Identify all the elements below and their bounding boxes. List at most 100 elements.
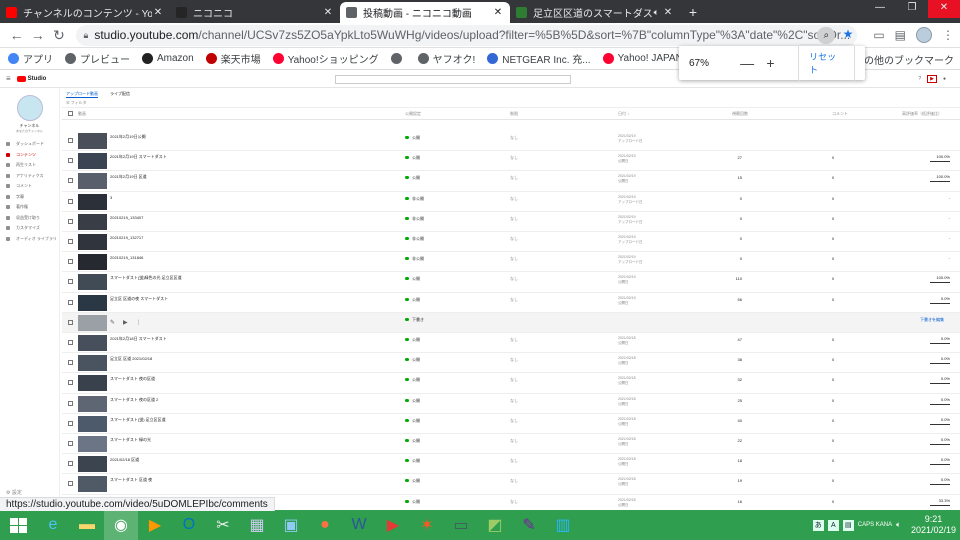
table-row[interactable]: スマートダスト(蛍) 足立区区道 公開 なし 2021/02/18 公開日 40 0 0.0% <box>62 414 960 434</box>
zoom-in-button[interactable]: + <box>761 55 780 71</box>
outlook-icon[interactable]: O <box>172 510 206 540</box>
table-row[interactable]: 足立区 区道 2021/02/18 公開 なし 2021/02/18 公開日 38 0 0.0… <box>62 353 960 374</box>
zoom-out-button[interactable]: — <box>737 55 756 71</box>
sidebar-item[interactable]: コンテンツ <box>0 150 59 161</box>
sidebar-item[interactable]: 字幕 <box>0 192 59 203</box>
column-header[interactable]: 制限 <box>510 111 518 117</box>
bookmark-item[interactable]: アプリ <box>8 51 53 66</box>
bookmark-item[interactable]: Amazon <box>142 53 194 64</box>
speaker-icon[interactable]: 🔈︎ <box>654 7 659 18</box>
video-thumbnail[interactable] <box>78 456 107 473</box>
video-title[interactable]: 3 <box>110 195 112 200</box>
zoom-reset-button[interactable]: リセット <box>798 44 855 82</box>
video-thumbnail[interactable] <box>78 153 107 170</box>
row-checkbox[interactable] <box>68 279 73 285</box>
bookmark-item[interactable]: Yahoo!ショッピング <box>272 51 379 66</box>
back-icon[interactable]: ← <box>6 27 27 43</box>
filter-bar[interactable]: ☰ フィルタ <box>62 100 960 108</box>
tab-close-icon[interactable]: ✕ <box>662 7 674 18</box>
browser-tab[interactable]: 足立区区道のスマートダスト(蛍🔈︎✕ <box>510 2 680 23</box>
visibility-cell[interactable]: 公開 <box>405 337 420 343</box>
row-checkbox[interactable] <box>68 259 73 265</box>
bookmark-item[interactable]: Yahoo! JAPAN <box>602 53 683 64</box>
visibility-cell[interactable]: 公開 <box>405 418 420 424</box>
table-row[interactable]: スマートダスト 夜の区道 公開 なし 2021/02/18 公開日 32 0 0.0% <box>62 373 960 394</box>
visibility-cell[interactable]: 公開 <box>405 438 420 444</box>
pen-icon[interactable]: ✎ <box>512 510 546 540</box>
row-checkbox[interactable] <box>68 461 73 467</box>
visibility-cell[interactable]: 公開 <box>405 276 420 282</box>
video-title[interactable]: 20210219_133407 <box>110 215 143 220</box>
table-row[interactable]: 2021年2月19日 区道 公開 なし 2021/02/19 公開日 15 0 100.0% <box>62 171 960 192</box>
sidebar-item[interactable]: カスタマイズ <box>0 223 59 234</box>
tools-icon[interactable]: ✂ <box>206 510 240 540</box>
tab-close-icon[interactable]: ✕ <box>492 7 504 18</box>
new-tab-button[interactable]: + <box>680 2 706 23</box>
visibility-cell[interactable]: 非公開 <box>405 256 424 262</box>
visibility-cell[interactable]: 公開 <box>405 175 420 181</box>
console-icon[interactable]: ▭ <box>444 510 478 540</box>
bookmark-item[interactable]: NETGEAR Inc. 充... <box>487 51 591 66</box>
table-row[interactable]: 20210219_131846 非公開 なし 2021/02/19 アップロード日 0 0 - <box>62 252 960 273</box>
video-thumbnail[interactable] <box>78 415 107 432</box>
table-row[interactable]: 20210219_132717 非公開 なし 2021/02/19 アップロード日 0 0 - <box>62 232 960 253</box>
account-icon[interactable]: ● <box>943 76 946 82</box>
video-thumbnail[interactable] <box>78 234 107 250</box>
window-close-icon[interactable]: ✕ <box>928 0 960 18</box>
ime-icon[interactable]: あ <box>812 519 824 531</box>
column-header[interactable]: 高評価率（低評価比） <box>902 111 942 117</box>
row-checkbox[interactable] <box>68 360 73 366</box>
channel-avatar[interactable] <box>16 95 43 121</box>
column-header[interactable]: 動画 <box>78 111 86 117</box>
sidebar-item[interactable]: 再生リスト <box>0 160 59 171</box>
table-row[interactable]: ✎ ▶ ⋮ 下書きを編集 下書き <box>62 312 960 333</box>
profile-avatar[interactable] <box>916 27 933 43</box>
row-checkbox[interactable] <box>68 178 73 184</box>
visibility-cell[interactable]: 公開 <box>405 499 420 505</box>
table-row[interactable]: スマートダスト 夜の区道 2 公開 なし 2021/02/18 公開日 25 0 0.0% <box>62 394 960 414</box>
video-thumbnail[interactable] <box>78 173 107 190</box>
column-header[interactable]: 日付 ↓ <box>618 111 629 117</box>
bookmark-star-icon[interactable]: ★ <box>843 27 854 41</box>
youtube-icon[interactable]: ▶ <box>123 319 128 326</box>
sidebar-item[interactable]: ダッシュボード <box>0 139 59 150</box>
keyboard-icon[interactable]: A <box>827 519 839 531</box>
table-row[interactable]: 20210219_133407 非公開 なし 2021/02/19 アップロード日 0 0 - <box>62 212 960 232</box>
video-thumbnail[interactable] <box>78 375 107 392</box>
reload-icon[interactable]: ↻ <box>48 27 69 44</box>
row-checkbox[interactable] <box>68 400 73 406</box>
forward-icon[interactable]: → <box>27 27 48 43</box>
sidebar-item[interactable]: 著作権 <box>0 202 59 213</box>
browser-tab[interactable]: ニコニコ ✕ <box>170 2 340 23</box>
table-row[interactable]: スマートダスト(蛍)緑色の光 足立区区道 公開 なし 2021/02/19 公開日 110… <box>62 272 960 293</box>
visibility-cell[interactable]: 非公開 <box>405 216 424 222</box>
row-checkbox[interactable] <box>68 239 73 244</box>
video-title[interactable]: 20210219_131846 <box>110 255 143 260</box>
table-row[interactable]: 2021年2月19日 スマートダスト 公開 なし 2021/02/19 公開日 27 0 10… <box>62 151 960 172</box>
table-row[interactable]: スマートダスト 緑の光 公開 なし 2021/02/18 公開日 22 0 0.0% <box>62 434 960 455</box>
visibility-cell[interactable]: 公開 <box>405 478 420 484</box>
remote-icon[interactable]: ▥ <box>546 510 580 540</box>
more-icon[interactable]: ⋮ <box>136 319 142 326</box>
extension-icon[interactable]: ▤ <box>895 28 906 42</box>
table-row[interactable]: 3 非公開 なし 2021/02/19 アップロード日 0 0 - <box>62 192 960 212</box>
visibility-cell[interactable]: 公開 <box>405 135 420 141</box>
visibility-cell[interactable]: 公開 <box>405 357 420 363</box>
chrome-icon[interactable]: ◉ <box>104 510 138 540</box>
channel-search-input[interactable] <box>335 75 571 84</box>
row-checkbox[interactable] <box>68 319 73 325</box>
visibility-cell[interactable]: 下書き <box>405 317 424 323</box>
video-thumbnail[interactable] <box>78 274 107 291</box>
row-checkbox[interactable] <box>68 441 73 446</box>
video-thumbnail[interactable] <box>78 314 107 331</box>
table-row[interactable]: 2021年2月18日 スマートダスト 公開 なし 2021/02/18 公開日 47 0 0.… <box>62 333 960 354</box>
select-all-checkbox[interactable] <box>68 111 73 116</box>
row-checkbox[interactable] <box>68 138 73 143</box>
bookmark-item[interactable]: 楽天市場 <box>205 51 261 66</box>
video-thumbnail[interactable] <box>78 395 107 412</box>
sidebar-item[interactable]: コメント <box>0 181 59 192</box>
table-row[interactable]: 2021/02/18 区道 公開 なし 2021/02/18 公開日 18 0 0.0% <box>62 454 960 475</box>
zoom-indicator-icon[interactable]: ⌕ <box>817 26 836 44</box>
sidebar-item[interactable]: オーディオ ライブラリ <box>0 234 59 245</box>
video-thumbnail[interactable] <box>78 476 107 493</box>
